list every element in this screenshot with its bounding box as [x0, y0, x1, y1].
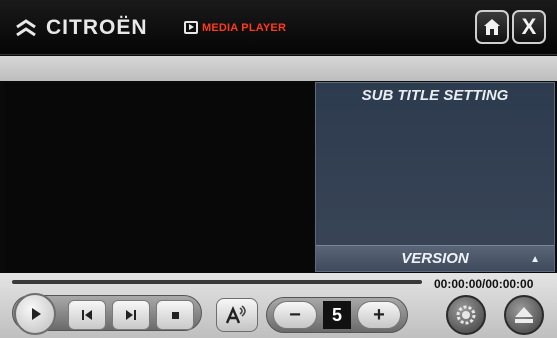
subtitle-size-value: 5: [323, 301, 351, 329]
stop-icon: [171, 311, 179, 319]
top-bar: CITROËN MEDIA PLAYER X: [0, 0, 557, 55]
settings-button[interactable]: [446, 295, 486, 335]
previous-track-icon: [82, 310, 92, 320]
citroen-chevrons-icon: [16, 19, 36, 37]
eject-button[interactable]: [504, 295, 544, 335]
home-icon: [484, 19, 500, 35]
media-player-icon: [184, 21, 198, 34]
control-bar: 00:00:00/00:00:00 − 5 +: [0, 273, 557, 338]
progress-bar[interactable]: [12, 280, 422, 284]
play-button[interactable]: [14, 293, 56, 335]
panel-title: SUB TITLE SETTING: [361, 87, 509, 104]
subtitle-icon: [225, 305, 246, 324]
previous-button[interactable]: [68, 300, 106, 330]
subtitle-button[interactable]: [216, 298, 258, 332]
close-icon: X: [521, 14, 537, 39]
subtitle-setting-panel: SUB TITLE SETTING VERSION ▲: [315, 82, 555, 272]
status-strip: [0, 56, 557, 81]
next-button[interactable]: [112, 300, 150, 330]
section-indicator: MEDIA PLAYER: [184, 21, 286, 34]
version-button[interactable]: VERSION ▲: [316, 245, 554, 271]
decrease-button[interactable]: −: [273, 301, 317, 329]
settings-icon: [456, 305, 476, 325]
brand-logo: CITROËN: [14, 16, 148, 40]
brand-name: CITROËN: [46, 16, 148, 39]
home-button[interactable]: [475, 10, 509, 44]
eject-icon: [515, 307, 533, 323]
time-display: 00:00:00/00:00:00: [434, 277, 534, 291]
close-button[interactable]: X: [512, 10, 546, 44]
play-icon: [32, 308, 41, 320]
arrow-up-icon: ▲: [530, 254, 540, 265]
subtitle-size-stepper: − 5 +: [266, 297, 408, 333]
version-label: VERSION: [401, 250, 469, 267]
next-track-icon: [126, 310, 136, 320]
video-area[interactable]: [5, 82, 313, 272]
increase-button[interactable]: +: [357, 301, 401, 329]
media-player-screen: CITROËN MEDIA PLAYER X SUB TITLE SETTING…: [0, 0, 557, 338]
stop-button[interactable]: [156, 300, 194, 330]
section-title: MEDIA PLAYER: [202, 21, 287, 34]
